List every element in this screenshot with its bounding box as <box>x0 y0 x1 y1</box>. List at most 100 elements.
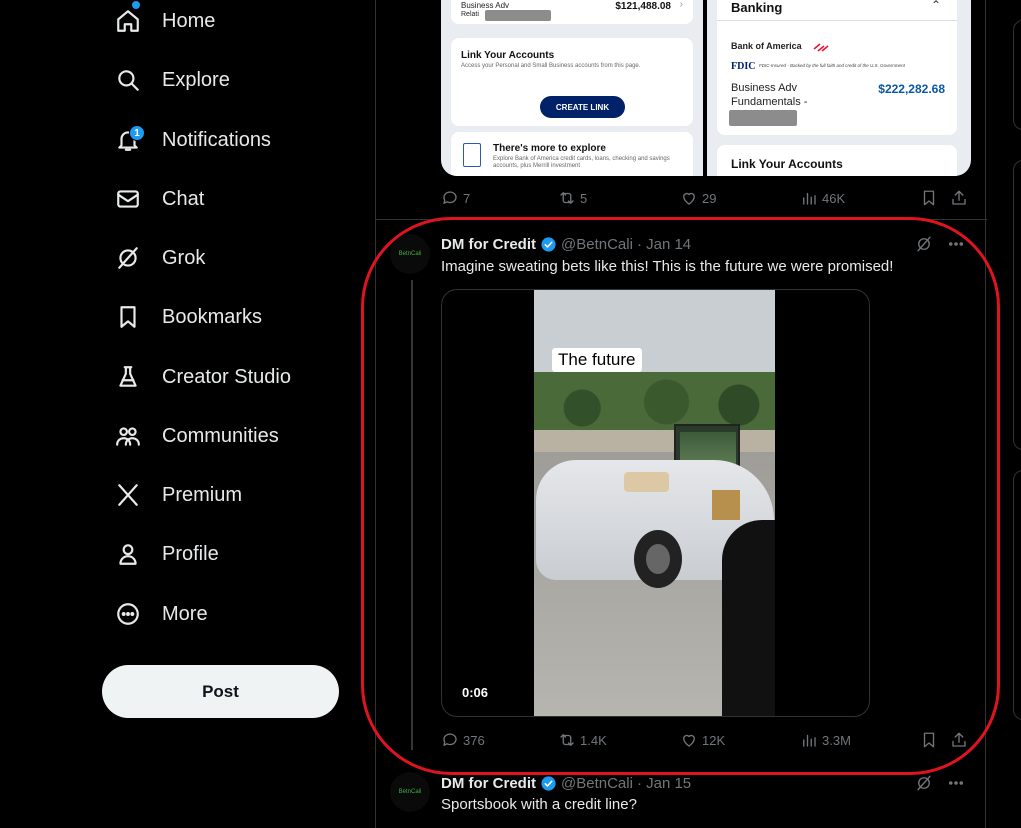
grok-icon[interactable] <box>915 774 933 792</box>
reply-button[interactable]: 7 <box>441 188 470 208</box>
sidebar-item-label: Grok <box>162 246 206 269</box>
post-button[interactable]: Post <box>102 665 339 718</box>
sidebar-item-label: Premium <box>162 483 243 506</box>
like-count: 12K <box>702 732 726 748</box>
author-name[interactable]: DM for Credit <box>441 236 536 253</box>
trees-backdrop <box>534 372 775 432</box>
reply-count: 7 <box>463 190 471 206</box>
sidebar-item-grok[interactable]: Grok <box>104 234 205 282</box>
document-icon <box>463 143 481 167</box>
sidebar-item-chat[interactable]: Chat <box>104 175 204 223</box>
like-button[interactable]: 12K <box>680 730 725 750</box>
more-options-icon[interactable] <box>947 235 965 253</box>
video-frame: The future <box>534 290 775 716</box>
share-icon <box>952 190 966 205</box>
tweet-date[interactable]: · Jan 15 <box>637 775 691 792</box>
tweet-text: Sportsbook with a credit line? <box>441 796 637 813</box>
sidebar-item-label: Bookmarks <box>162 305 263 328</box>
link-accounts-card: Link Your Accounts <box>717 145 957 176</box>
reply-count: 376 <box>463 732 485 748</box>
fdic-logo: FDIC <box>731 61 756 72</box>
reply-icon <box>443 733 457 746</box>
chevron-right-icon: › <box>679 0 683 10</box>
views-icon <box>803 734 816 747</box>
banking-screenshot-right[interactable]: Banking ⌃ Bank of America FDIC FDIC-Insu… <box>707 0 971 176</box>
right-panel-edge <box>1009 0 1021 828</box>
tweet-actions: 376 1.4K 12K 3.3M <box>441 730 971 750</box>
create-link-button: CREATE LINK <box>540 96 625 118</box>
tweet-header: DM for Credit @BetnCali · Jan 14 <box>441 234 691 254</box>
author-handle[interactable]: @BetnCali <box>561 775 633 792</box>
repost-button[interactable]: 1.4K <box>558 730 607 750</box>
like-count: 29 <box>702 190 717 206</box>
sidebar-item-more[interactable]: More <box>104 590 208 638</box>
grok-icon <box>104 234 152 282</box>
account-name: Business Adv <box>461 1 510 10</box>
account-balance: $222,282.68 <box>878 82 945 96</box>
sidebar-item-premium[interactable]: Premium <box>104 471 242 519</box>
sidebar-item-communities[interactable]: Communities <box>104 412 279 460</box>
account-balance: $121,488.08 <box>615 1 671 12</box>
envelope-icon <box>104 175 152 223</box>
sidebar-item-label: Chat <box>162 187 205 210</box>
person-icon <box>104 530 152 578</box>
sidebar-item-bookmarks[interactable]: Bookmarks <box>104 293 262 341</box>
more-options-icon[interactable] <box>947 774 965 792</box>
bookmark-button[interactable] <box>920 730 938 750</box>
repost-count: 1.4K <box>580 732 607 748</box>
reply-button[interactable]: 376 <box>441 730 485 750</box>
explore-desc: Explore Bank of America credit cards, lo… <box>493 156 670 169</box>
banking-card: Banking ⌃ Bank of America FDIC FDIC-Insu… <box>717 0 957 135</box>
redaction-block <box>485 10 551 21</box>
more-circle-icon <box>104 590 152 638</box>
sidebar-item-label: Notifications <box>162 128 271 151</box>
tweet-date[interactable]: · Jan 14 <box>637 236 691 253</box>
link-accounts-desc: Access your Personal and Small Business … <box>461 63 641 69</box>
verified-badge-icon <box>541 236 556 252</box>
explore-title: There's more to explore <box>493 143 606 154</box>
repost-button[interactable]: 5 <box>558 188 587 208</box>
account-name-line2: Fundamentals - <box>731 96 808 108</box>
share-button[interactable] <box>950 730 968 750</box>
tweet-media-grid[interactable]: Business Adv Relati $121,488.08 › Link Y… <box>441 0 971 176</box>
sidebar-item-label: Explore <box>162 68 230 91</box>
views-button[interactable]: 46K <box>800 188 845 208</box>
sidebar-item-notifications[interactable]: 1 Notifications <box>104 116 271 164</box>
author-name[interactable]: DM for Credit <box>441 775 536 792</box>
like-button[interactable]: 29 <box>680 188 716 208</box>
repost-icon <box>560 192 574 204</box>
chevron-up-icon: ⌃ <box>930 0 941 12</box>
sidebar-item-label: Home <box>162 9 216 32</box>
timeline: Business Adv Relati $121,488.08 › Link Y… <box>375 0 987 828</box>
bookmark-icon <box>923 190 935 206</box>
views-button[interactable]: 3.3M <box>800 730 851 750</box>
x-logo-icon <box>104 471 152 519</box>
video-player[interactable]: The future 0:06 <box>441 289 870 717</box>
sidebar-item-home[interactable]: Home <box>104 0 215 45</box>
account-sub: Relati <box>461 11 479 18</box>
repost-count: 5 <box>580 190 588 206</box>
next-tweet-header-actions <box>915 774 965 792</box>
people-icon <box>104 412 152 460</box>
home-icon <box>104 0 152 45</box>
grok-icon[interactable] <box>915 235 933 253</box>
heart-icon <box>683 192 695 205</box>
bookmark-button[interactable] <box>920 188 938 208</box>
author-handle[interactable]: @BetnCali <box>561 236 633 253</box>
sidebar-item-label: Creator Studio <box>162 365 291 388</box>
avatar[interactable]: BetnCali <box>390 234 430 274</box>
sidebar-item-label: Profile <box>162 542 219 565</box>
tweet-header-actions <box>915 235 965 253</box>
account-name: Business Adv <box>731 82 798 94</box>
wheel-rim <box>646 544 670 574</box>
next-tweet-header: DM for Credit @BetnCali · Jan 15 <box>441 773 691 793</box>
banking-screenshot-left[interactable]: Business Adv Relati $121,488.08 › Link Y… <box>441 0 703 176</box>
sidebar-item-explore[interactable]: Explore <box>104 56 230 104</box>
avatar[interactable]: BetnCali <box>390 772 430 812</box>
sidebar-item-creator-studio[interactable]: Creator Studio <box>104 353 291 401</box>
window-frame <box>722 520 775 716</box>
share-button[interactable] <box>950 188 968 208</box>
prev-tweet-actions: 7 5 29 46K <box>441 188 971 208</box>
sidebar-item-profile[interactable]: Profile <box>104 530 219 578</box>
notification-count-badge: 1 <box>129 125 145 141</box>
